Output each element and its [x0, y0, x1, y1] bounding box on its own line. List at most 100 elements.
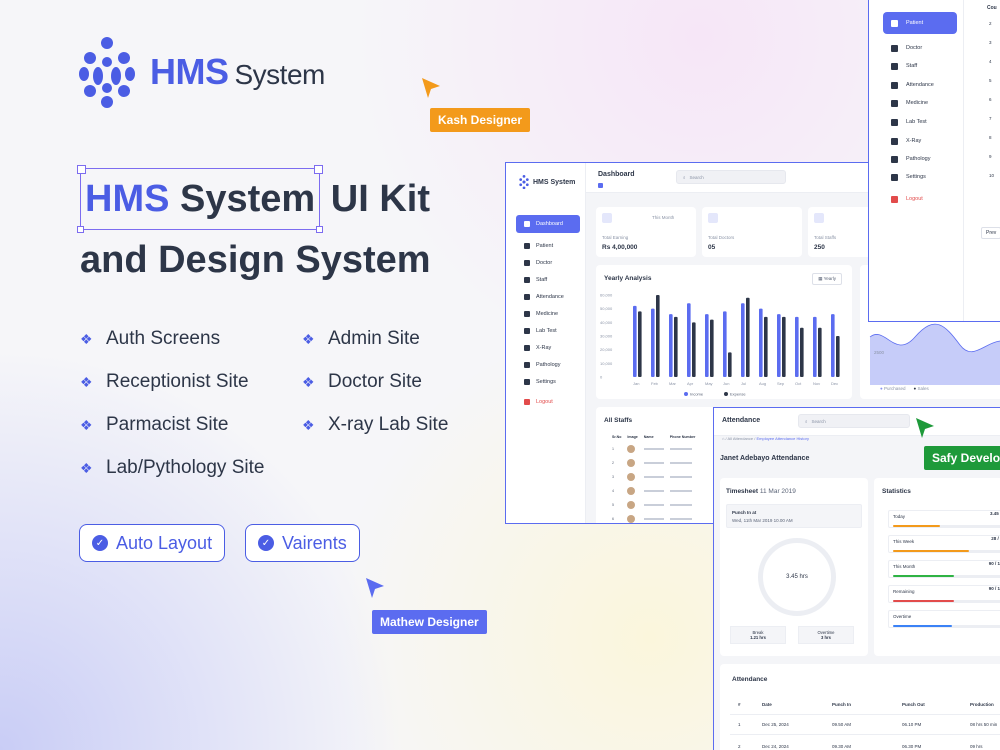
statistics-title: Statistics [882, 488, 911, 495]
logout-icon [891, 195, 898, 203]
phone-cell [669, 512, 702, 523]
wallet-icon [602, 213, 612, 223]
statistic-row: This Week 28 / 40 [888, 535, 1000, 553]
nav-logout[interactable]: Logout [883, 191, 957, 207]
row-number: 3 [989, 40, 992, 45]
patient-icon [524, 243, 530, 249]
table-row[interactable]: 4 [612, 484, 701, 498]
nav-pathology[interactable]: Pathology [883, 151, 957, 167]
medicine-icon [891, 99, 898, 107]
nav-doctor[interactable]: Doctor [883, 40, 957, 56]
bar-expense [710, 319, 714, 377]
stat-value: Rs 4,00,000 [602, 244, 638, 251]
dashboard-search-input[interactable]: ⌕ Search [676, 170, 786, 184]
legend-swatch [724, 392, 728, 396]
period-filter[interactable]: This Month [652, 215, 674, 220]
statistics-card: Statistics Today 3.45 / 8 This Week 28 / 40… [874, 478, 1000, 656]
attendance-header: Attendance ⌕ Search [714, 408, 1000, 436]
nav-doctor[interactable]: Doctor [516, 256, 580, 270]
dashboard-brand: HMS System [518, 175, 575, 189]
nav-lab-test[interactable]: Lab Test [516, 324, 580, 338]
table-row[interactable]: 2 [612, 456, 701, 470]
collaborator-tag-safy: Safy Develop [924, 446, 1000, 470]
y-tick-label: 30,000 [600, 334, 613, 339]
stat-label: Overtime [893, 614, 912, 619]
nav-logout[interactable]: Logout [516, 395, 580, 409]
break-box: Break 1.21 hrs [730, 626, 786, 644]
x-tick-label: Feb [651, 381, 659, 386]
name-cell [643, 456, 670, 470]
nav-lab-test[interactable]: Lab Test [883, 114, 957, 130]
column-header: Phone Number [669, 435, 696, 439]
feature-item: ❖ Admin Site [302, 328, 420, 349]
brand-name: HMS System [150, 51, 325, 92]
nav-staff[interactable]: Staff [516, 273, 580, 287]
diamond-icon: ❖ [302, 374, 315, 390]
statistic-row: Overtime [888, 610, 1000, 628]
name-cell [643, 498, 670, 512]
stat-label: Total Doctors [708, 235, 735, 240]
x-tick-label: Oct [795, 381, 802, 386]
table-title: Attendance [732, 676, 768, 683]
flask-icon [891, 118, 898, 126]
bar-income [795, 316, 799, 377]
nav-dashboard[interactable]: Dashboard [516, 215, 580, 233]
nav-medicine[interactable]: Medicine [883, 95, 957, 111]
bar-income [669, 314, 673, 377]
table-cell: 06.10 PM [902, 722, 922, 727]
nav-medicine[interactable]: Medicine [516, 307, 580, 321]
nav-settings[interactable]: Settings [516, 375, 580, 389]
stat-label: This Month [893, 564, 916, 569]
phone-cell [669, 470, 702, 484]
table-row[interactable]: 6 [612, 512, 702, 523]
nav-attendance[interactable]: Attendance [883, 77, 957, 93]
x-tick-label: Apr [687, 381, 694, 386]
nav-attendance[interactable]: Attendance [516, 290, 580, 304]
bar-income [651, 308, 655, 377]
statistic-row: Today 3.45 / 8 [888, 510, 1000, 528]
nav-xray[interactable]: X-Ray [883, 133, 957, 149]
row-number: 9 [989, 154, 992, 159]
medicine-icon [524, 311, 530, 317]
bar-expense [836, 336, 840, 377]
attendance-search-input[interactable]: ⌕ Search [798, 414, 910, 428]
y-tick-label: 10,000 [600, 361, 613, 366]
bar-expense [656, 295, 660, 377]
collaborator-tag-kash: Kash Designer [430, 108, 531, 132]
table-cell: 2 [738, 744, 741, 749]
y-tick-label: 40,000 [600, 320, 613, 325]
logout-icon [524, 399, 530, 405]
name-cell [643, 470, 670, 484]
row-number: 3 [612, 475, 614, 479]
nav-settings[interactable]: Settings [883, 169, 957, 185]
progress-bar [893, 600, 1000, 602]
table-row[interactable]: 5 [612, 498, 701, 512]
table-cell: 06.30 PM [902, 744, 922, 749]
nav-patient[interactable]: Patient [516, 239, 580, 253]
avatar [627, 486, 636, 495]
feature-item: ❖ Doctor Site [302, 371, 422, 392]
yearly-filter-dropdown[interactable]: ▦ Yearly [812, 273, 842, 285]
cursor-arrow-icon [422, 78, 440, 98]
feature-item: ❖ Receptionist Site [80, 371, 249, 392]
row-number: 10 [989, 173, 995, 178]
phone-cell [669, 498, 702, 512]
table-row[interactable]: 3 [612, 470, 701, 484]
dashboard-title: Dashboard [598, 171, 635, 178]
feature-list: ❖ Auth Screens ❖ Admin Site ❖ Receptionist … [80, 328, 480, 479]
prev-button[interactable]: Prev [981, 227, 1000, 239]
avatar [627, 500, 636, 509]
image-cell [627, 442, 643, 456]
nav-xray[interactable]: X-Ray [516, 341, 580, 355]
bar-income [759, 308, 763, 377]
nav-pathology[interactable]: Pathology [516, 358, 580, 372]
diamond-icon: ❖ [80, 417, 93, 433]
punch-in-value: Wed, 11th Mar 2019 10.00 AM [732, 518, 793, 523]
home-icon: ⌂ [722, 436, 725, 441]
breadcrumb-link[interactable]: All Attendance [728, 436, 754, 441]
legend-label: Expense [730, 392, 746, 397]
nav-patient[interactable]: Patient [883, 12, 957, 34]
table-row[interactable]: 1 [612, 442, 701, 456]
nav-staff[interactable]: Staff [883, 58, 957, 74]
sidebar-mockup: Patient Doctor Staff Attendance Medicine… [868, 0, 1000, 322]
